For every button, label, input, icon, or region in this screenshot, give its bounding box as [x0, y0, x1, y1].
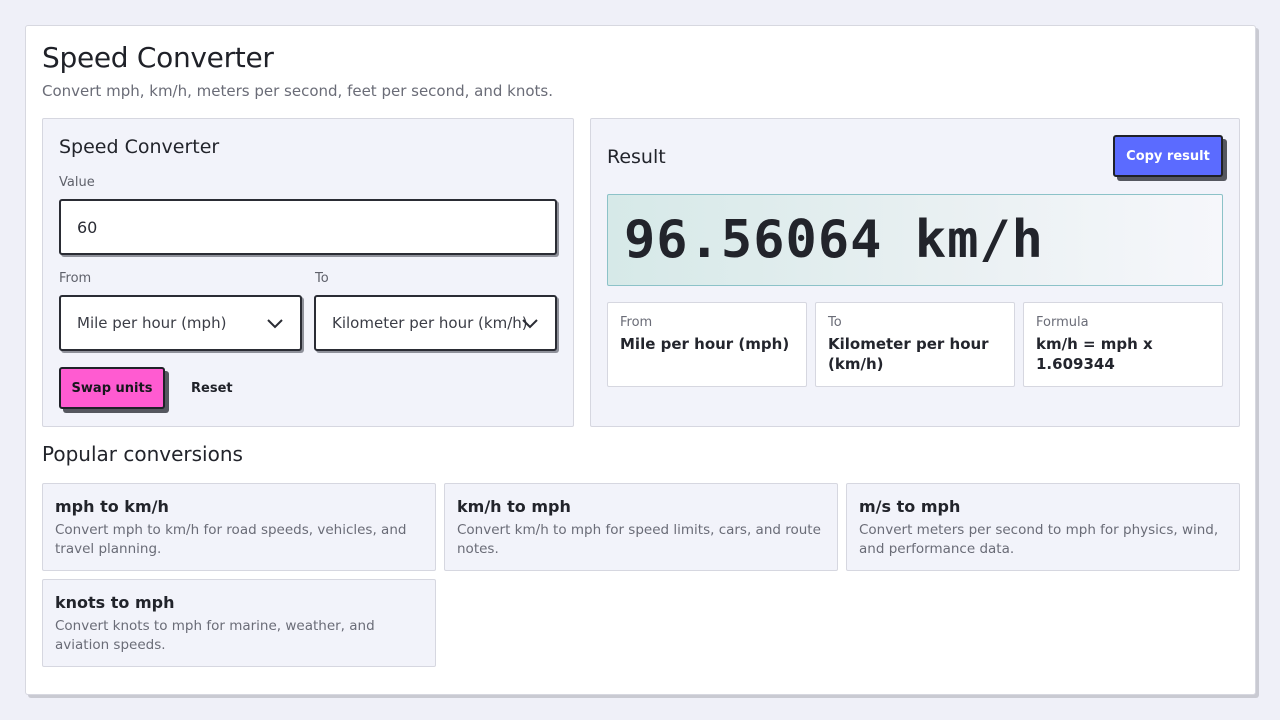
popular-conversion-card[interactable]: mph to km/h Convert mph to km/h for road…: [42, 483, 436, 571]
result-from-value: Mile per hour (mph): [620, 335, 790, 353]
popular-conversion-desc: Convert km/h to mph for speed limits, ca…: [457, 522, 821, 557]
result-from-key: From: [620, 315, 653, 330]
popular-conversion-desc: Convert meters per second to mph for phy…: [859, 522, 1219, 557]
page-title: Speed Converter: [42, 41, 274, 74]
to-unit-selected: Kilometer per hour (km/h): [332, 314, 528, 332]
converter-card: Speed Converter Convert mph, km/h, meter…: [25, 25, 1256, 695]
converter-panel: Speed Converter Value From To Mile per h…: [42, 118, 574, 427]
to-unit-select[interactable]: Kilometer per hour (km/h): [314, 295, 557, 351]
result-panel: Result Copy result 96.56064 km/h From Mi…: [590, 118, 1240, 427]
popular-conversion-title: knots to mph: [55, 593, 175, 612]
to-label: To: [315, 271, 329, 286]
result-from-card: From Mile per hour (mph): [607, 302, 807, 387]
popular-conversion-title: m/s to mph: [859, 497, 961, 516]
copy-result-button[interactable]: Copy result: [1113, 135, 1223, 177]
reset-button[interactable]: Reset: [191, 381, 233, 396]
result-formula-key: Formula: [1036, 315, 1089, 330]
from-label: From: [59, 271, 92, 286]
popular-conversions-title: Popular conversions: [42, 442, 243, 466]
result-to-key: To: [828, 315, 842, 330]
result-to-card: To Kilometer per hour (km/h): [815, 302, 1015, 387]
converter-panel-title: Speed Converter: [59, 136, 220, 158]
result-formula-card: Formula km/h = mph x 1.609344: [1023, 302, 1223, 387]
popular-conversion-card[interactable]: km/h to mph Convert km/h to mph for spee…: [444, 483, 838, 571]
from-unit-select[interactable]: Mile per hour (mph): [59, 295, 302, 351]
popular-conversion-desc: Convert knots to mph for marine, weather…: [55, 618, 375, 653]
chevron-down-icon: [267, 319, 283, 329]
value-label: Value: [59, 175, 95, 190]
from-unit-selected: Mile per hour (mph): [77, 314, 227, 332]
swap-units-button[interactable]: Swap units: [59, 367, 165, 409]
popular-conversion-card[interactable]: m/s to mph Convert meters per second to …: [846, 483, 1240, 571]
popular-conversion-desc: Convert mph to km/h for road speeds, veh…: [55, 522, 407, 557]
result-value: 96.56064 km/h: [624, 210, 1044, 270]
chevron-down-icon: [522, 319, 538, 329]
popular-conversion-title: km/h to mph: [457, 497, 571, 516]
page-subtitle: Convert mph, km/h, meters per second, fe…: [42, 82, 553, 100]
popular-conversion-card[interactable]: knots to mph Convert knots to mph for ma…: [42, 579, 436, 667]
result-to-value: Kilometer per hour (km/h): [828, 335, 989, 373]
result-title: Result: [607, 146, 666, 168]
popular-conversion-title: mph to km/h: [55, 497, 169, 516]
value-input[interactable]: [59, 199, 557, 255]
result-formula-value: km/h = mph x 1.609344: [1036, 335, 1153, 373]
result-display: 96.56064 km/h: [607, 194, 1223, 286]
